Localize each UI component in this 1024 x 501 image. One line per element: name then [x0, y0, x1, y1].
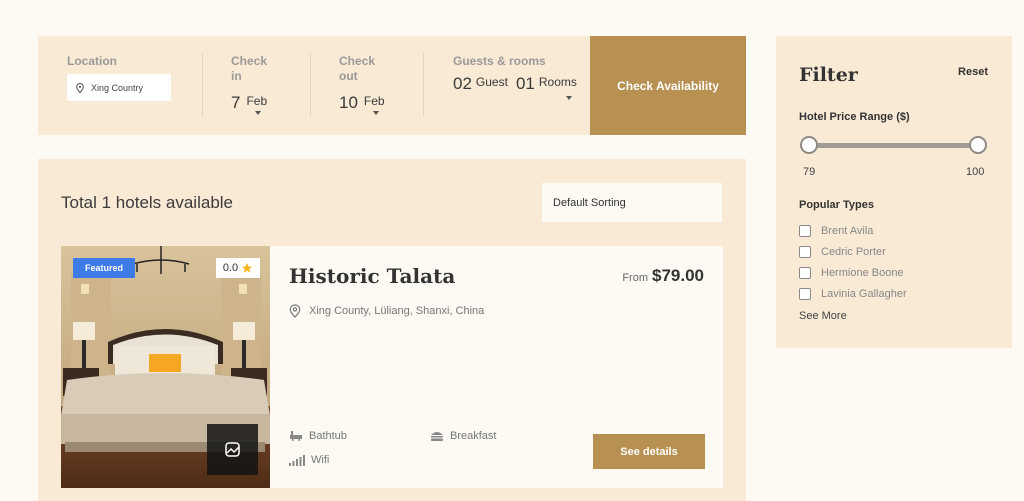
- checkin-month: Feb: [246, 94, 268, 108]
- see-details-button[interactable]: See details: [593, 434, 705, 469]
- hotel-address: Xing County, Lüliang, Shanxi, China: [289, 304, 484, 318]
- type-option[interactable]: Brent Avila: [799, 225, 873, 237]
- checkin-label: Check in: [231, 54, 268, 83]
- price-range-track[interactable]: [807, 143, 979, 148]
- star-icon: [242, 263, 253, 273]
- guests-label: Guests & rooms: [453, 54, 546, 68]
- guests-selector[interactable]: 02 Guest 01 Rooms: [453, 74, 581, 94]
- checkbox[interactable]: [799, 267, 811, 279]
- amenity-bathtub: Bathtub: [289, 430, 347, 442]
- search-bar: Location Xing Country Check in 7 Feb Che…: [38, 36, 746, 135]
- checkout-month: Feb: [363, 94, 385, 108]
- checkout-date[interactable]: 10 Feb: [339, 93, 385, 113]
- checkbox[interactable]: [799, 246, 811, 258]
- popular-types-label: Popular Types: [799, 199, 874, 211]
- rating-badge: 0.0: [216, 258, 260, 278]
- checkin-date[interactable]: 7 Feb: [231, 93, 267, 113]
- price-prefix: From: [622, 272, 648, 284]
- location-pin-icon: [76, 82, 84, 93]
- bathtub-icon: [290, 431, 302, 441]
- location-input[interactable]: Xing Country: [67, 74, 171, 101]
- type-option[interactable]: Hermione Boone: [799, 267, 904, 279]
- gallery-icon: [224, 441, 240, 457]
- guests-chevron-down-icon[interactable]: [566, 96, 572, 100]
- location-pin-icon: [289, 304, 301, 318]
- price-max-value: 100: [966, 166, 985, 178]
- type-option[interactable]: Lavinia Gallagher: [799, 288, 907, 300]
- price-range-min-handle[interactable]: [800, 136, 818, 154]
- results-panel: Total 1 hotels available Default Sorting: [38, 159, 746, 501]
- burger-icon: [431, 432, 443, 441]
- divider: [423, 53, 424, 117]
- price-range-max-handle[interactable]: [969, 136, 987, 154]
- divider: [310, 53, 311, 117]
- rating-value: 0.0: [222, 262, 239, 274]
- room-word: Rooms: [538, 75, 577, 89]
- checkbox[interactable]: [799, 225, 811, 237]
- hotel-card: Featured 0.0 Historic Talata From $79.00: [61, 246, 723, 488]
- hotel-price: From $79.00: [622, 266, 704, 286]
- sorting-select[interactable]: Default Sorting: [542, 183, 722, 222]
- results-total: Total 1 hotels available: [61, 193, 234, 212]
- gallery-button[interactable]: [207, 424, 258, 475]
- signal-icon: [289, 455, 305, 466]
- location-label: Location: [67, 54, 117, 68]
- filter-title: Filter: [799, 64, 858, 86]
- price-range-label: Hotel Price Range ($): [799, 111, 910, 123]
- amenity-wifi: Wifi: [289, 454, 329, 466]
- reset-button[interactable]: Reset: [958, 66, 988, 78]
- type-option[interactable]: Cedric Porter: [799, 246, 886, 258]
- checkin-chevron-down-icon[interactable]: [255, 111, 261, 115]
- price-amount: $79.00: [652, 266, 704, 285]
- hotel-image[interactable]: Featured 0.0: [61, 246, 270, 488]
- location-value: Xing Country: [91, 82, 144, 93]
- guest-count: 02: [453, 74, 472, 93]
- room-count: 01: [515, 74, 535, 93]
- checkout-label: Check out: [339, 54, 376, 83]
- check-availability-button[interactable]: Check Availability: [590, 36, 746, 135]
- amenity-breakfast: Breakfast: [430, 430, 496, 442]
- guest-word: Guest: [475, 75, 508, 89]
- filter-panel: Filter Reset Hotel Price Range ($) 79 10…: [776, 36, 1012, 348]
- checkin-day: 7: [231, 93, 241, 112]
- featured-badge: Featured: [73, 258, 135, 278]
- divider: [202, 53, 203, 117]
- see-more-link[interactable]: See More: [799, 310, 847, 322]
- checkout-day: 10: [339, 93, 358, 112]
- hotel-name[interactable]: Historic Talata: [289, 264, 455, 288]
- checkout-chevron-down-icon[interactable]: [373, 111, 379, 115]
- price-min-value: 79: [803, 166, 816, 178]
- checkbox[interactable]: [799, 288, 811, 300]
- address-text: Xing County, Lüliang, Shanxi, China: [309, 305, 485, 317]
